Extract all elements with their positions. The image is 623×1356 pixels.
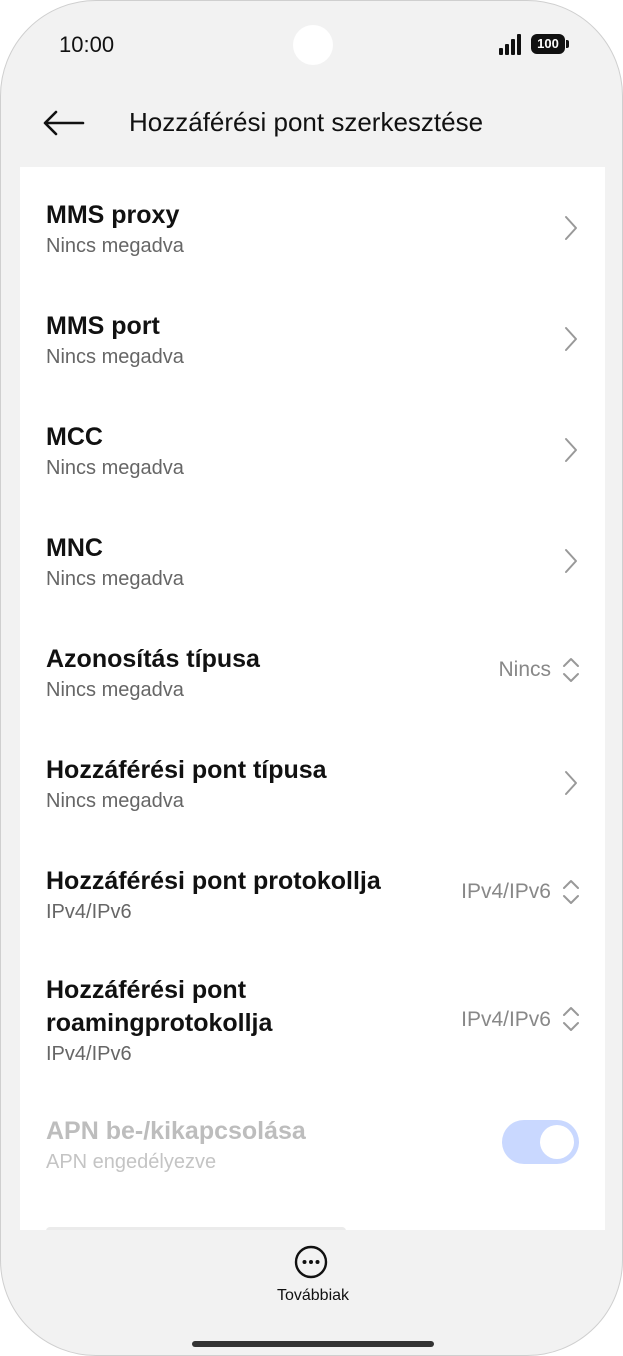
more-button[interactable]: Továbbiak [257,1245,369,1309]
setting-subtitle: Nincs megadva [46,457,184,479]
next-setting-partial [46,1227,346,1230]
setting-title: MMS port [46,312,160,340]
signal-icon [499,33,525,55]
setting-subtitle: Nincs megadva [46,679,184,701]
setting-value: IPv4/IPv6 [461,1008,551,1031]
chevron-up-down-icon [563,880,579,904]
back-arrow-icon [43,110,85,136]
status-time: 10:00 [59,32,115,57]
setting-apn-type[interactable]: Hozzáférési pont típusa Nincs megadva [20,740,605,840]
setting-title: Hozzáférési pont típusa [46,756,327,784]
apn-toggle [502,1120,579,1164]
setting-subtitle: Nincs megadva [46,346,184,368]
setting-apn-roaming-protocol[interactable]: Hozzáférési pont roamingprotokollja IPv4… [20,962,605,1102]
setting-auth-type[interactable]: Azonosítás típusa Nincs megadva Nincs [20,629,605,729]
setting-apn-enable: APN be-/kikapcsolása APN engedélyezve [20,1105,605,1215]
setting-title: Azonosítás típusa [46,645,260,673]
camera-cutout [293,25,333,65]
chevron-right-icon [565,327,577,351]
setting-subtitle: IPv4/IPv6 [46,1043,132,1065]
setting-value: IPv4/IPv6 [461,880,551,903]
chevron-up-down-icon [563,1007,579,1031]
setting-title: Hozzáférési pont protokollja [46,867,381,895]
chevron-right-icon [565,771,577,795]
page-title: Hozzáférési pont szerkesztése [129,107,484,137]
chevron-right-icon [565,549,577,573]
device-frame: 10:00 100 Hozzáférési pont szerkesztése … [0,0,623,1356]
more-options-icon [294,1245,328,1279]
more-label: Továbbiak [276,1287,350,1304]
setting-title: MCC [46,423,103,451]
chevron-right-icon [565,216,577,240]
phone-screen: 10:00 100 Hozzáférési pont szerkesztése … [0,0,623,1356]
setting-mms-port[interactable]: MMS port Nincs megadva [20,296,605,396]
setting-mcc[interactable]: MCC Nincs megadva [20,407,605,507]
setting-subtitle: IPv4/IPv6 [46,901,132,923]
chevron-up-down-icon [563,658,579,682]
battery-icon: 100 [531,34,569,54]
chevron-right-icon [565,438,577,462]
setting-title: APN be-/kikapcsolása [46,1117,306,1145]
setting-title-line2: roamingprotokollja [46,1009,273,1037]
setting-mms-proxy[interactable]: MMS proxy Nincs megadva [20,185,605,285]
setting-title-line1: Hozzáférési pont [46,976,247,1004]
setting-title: MMS proxy [46,201,180,229]
back-button[interactable] [41,101,87,145]
settings-list: MMS proxy Nincs megadva MMS port Nincs m… [20,167,605,1230]
setting-subtitle: Nincs megadva [46,568,184,590]
home-indicator[interactable] [192,1341,434,1347]
setting-value: Nincs [498,658,551,681]
setting-subtitle: APN engedélyezve [46,1151,217,1173]
setting-apn-protocol[interactable]: Hozzáférési pont protokollja IPv4/IPv6 I… [20,851,605,951]
setting-subtitle: Nincs megadva [46,790,184,812]
toggle-knob [540,1125,574,1159]
setting-mnc[interactable]: MNC Nincs megadva [20,518,605,618]
setting-subtitle: Nincs megadva [46,235,184,257]
setting-title: MNC [46,534,103,562]
